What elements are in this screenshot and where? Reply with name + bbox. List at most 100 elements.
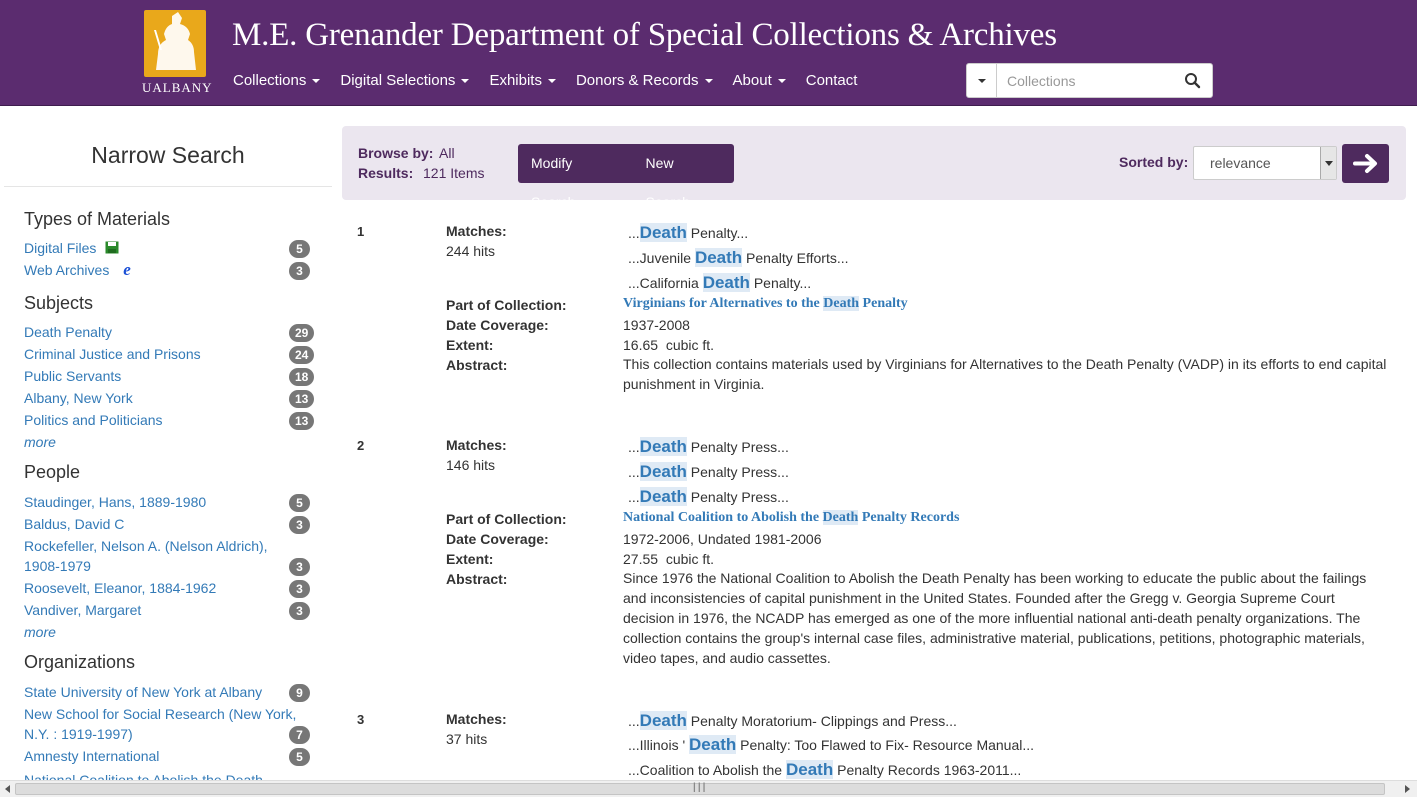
scroll-right-arrow-icon[interactable] (1405, 785, 1410, 793)
facet-count-badge: 7 (289, 726, 310, 744)
nav-collections[interactable]: Collections (233, 72, 321, 89)
hits-count: 37 hits (446, 731, 488, 747)
matches-label: Matches: (446, 437, 507, 453)
chevron-down-icon (312, 79, 321, 84)
part-of-collection-label: Part of Collection: (446, 297, 567, 313)
facet-person-item[interactable]: Roosevelt, Eleanor, 1884-1962 (24, 578, 216, 598)
grip-icon: ┃┃┃ (692, 783, 707, 792)
sort-select[interactable]: relevance (1193, 146, 1337, 180)
facet-heading-people: People (24, 462, 81, 482)
abstract-label: Abstract: (446, 357, 508, 373)
sort-value: relevance (1210, 155, 1271, 171)
chevron-down-icon (777, 79, 786, 84)
browse-label: Browse by: (358, 145, 434, 161)
chevron-down-icon (978, 79, 986, 83)
narrow-search-title: Narrow Search (91, 142, 245, 168)
search-input[interactable] (998, 64, 1178, 97)
facet-person-item[interactable]: Rockefeller, Nelson A. (Nelson Aldrich),… (24, 536, 268, 576)
people-more-link[interactable]: more (24, 622, 56, 642)
facet-digital-files[interactable]: Digital Files (24, 238, 119, 258)
sort-go-button[interactable] (1342, 144, 1389, 183)
subjects-more-link[interactable]: more (24, 432, 56, 452)
facet-count-badge: 24 (289, 346, 315, 364)
results-toolbar: Browse by: All Results: 121 Items Modify… (342, 126, 1406, 210)
extent-value: 16.65 cubic ft. (623, 337, 715, 353)
facet-subject-item[interactable]: Politics and Politicians (24, 410, 163, 430)
nav-contact[interactable]: Contact (806, 72, 858, 89)
facet-count-badge: 3 (289, 602, 310, 620)
date-coverage-value: 1972-2006, Undated 1981-2006 (623, 531, 822, 547)
facet-count-badge: 5 (289, 748, 310, 766)
collection-link[interactable]: National Coalition to Abolish the Death … (623, 510, 959, 526)
match-snippet[interactable]: ...Death Penalty Press... (628, 487, 789, 507)
facet-person-item[interactable]: Staudinger, Hans, 1889-1980 (24, 492, 206, 512)
match-snippet[interactable]: ...Illinois ' Death Penalty: Too Flawed … (628, 735, 1034, 755)
facet-person-item[interactable]: Baldus, David C (24, 514, 124, 534)
site-header: UALBANY M.E. Grenander Department of Spe… (0, 0, 1417, 106)
new-search-button[interactable]: New Search (633, 144, 734, 210)
facet-subject-item[interactable]: Albany, New York (24, 388, 133, 408)
extent-value: 27.55 cubic ft. (623, 551, 715, 567)
nav-donors-records[interactable]: Donors & Records (576, 72, 713, 89)
extent-label: Extent: (446, 551, 494, 567)
narrow-search-sidebar: Narrow Search Types of Materials Digital… (4, 106, 334, 797)
matches-label: Matches: (446, 711, 507, 727)
facet-count-badge: 3 (289, 516, 310, 534)
nav-exhibits[interactable]: Exhibits (489, 72, 556, 89)
abstract-text: Since 1976 the National Coalition to Abo… (623, 570, 1367, 666)
scroll-left-arrow-icon[interactable] (5, 785, 10, 793)
minerva-logo-icon (144, 10, 206, 77)
part-of-collection-label: Part of Collection: (446, 511, 567, 527)
match-snippet[interactable]: ...Death Penalty... (628, 223, 748, 243)
abstract-text: This collection contains materials used … (623, 356, 1387, 392)
facet-subject-item[interactable]: Public Servants (24, 366, 121, 386)
chevron-down-icon (547, 79, 556, 84)
select-arrow-icon (1320, 147, 1336, 179)
facet-subject-item[interactable]: Criminal Justice and Prisons (24, 344, 201, 364)
facet-count-badge: 18 (289, 368, 315, 386)
site-title[interactable]: M.E. Grenander Department of Special Col… (232, 17, 1057, 54)
internet-explorer-icon: e (123, 260, 131, 279)
facet-count-badge: 5 (289, 240, 310, 258)
date-coverage-label: Date Coverage: (446, 317, 549, 333)
match-snippet[interactable]: ...Coalition to Abolish the Death Penalt… (628, 760, 1021, 780)
match-snippet[interactable]: ...Death Penalty Moratorium- Clippings a… (628, 711, 957, 731)
floppy-disk-icon (105, 241, 119, 254)
ualbany-logo[interactable]: UALBANY (142, 10, 212, 98)
facet-count-badge: 29 (289, 324, 315, 342)
sorted-by-label: Sorted by: (1119, 154, 1189, 170)
match-snippet[interactable]: ...Juvenile Death Penalty Efforts... (628, 248, 849, 268)
hits-count: 146 hits (446, 457, 496, 473)
result-number: 3 (357, 712, 365, 727)
hits-count: 244 hits (446, 243, 496, 259)
facet-subject-item[interactable]: Death Penalty (24, 322, 112, 342)
chevron-down-icon (461, 79, 470, 84)
match-snippet[interactable]: ...Death Penalty Press... (628, 462, 789, 482)
nav-about[interactable]: About (733, 72, 786, 89)
facet-org-item[interactable]: Amnesty International (24, 746, 159, 766)
collection-link[interactable]: Virginians for Alternatives to the Death… (623, 296, 908, 312)
results-count: 121 Items (423, 165, 485, 181)
search-button-group: Modify Search New Search (518, 144, 734, 210)
matches-label: Matches: (446, 223, 507, 239)
arrow-right-icon (1353, 154, 1377, 173)
facet-org-item[interactable]: New School for Social Research (New York… (24, 704, 296, 744)
facet-org-item[interactable]: State University of New York at Albany (24, 682, 262, 702)
facet-count-badge: 13 (289, 390, 315, 408)
search-button[interactable] (1172, 64, 1212, 97)
horizontal-scrollbar[interactable]: ┃┃┃ (0, 780, 1417, 797)
modify-search-button[interactable]: Modify Search (518, 144, 633, 210)
match-snippet[interactable]: ...Death Penalty Press... (628, 437, 789, 457)
date-coverage-label: Date Coverage: (446, 531, 549, 547)
facet-heading-types: Types of Materials (24, 209, 171, 229)
nav-digital-selections[interactable]: Digital Selections (340, 72, 470, 89)
chevron-down-icon (704, 79, 713, 84)
browse-value: All (439, 145, 455, 161)
header-search (966, 63, 1213, 98)
abstract-label: Abstract: (446, 571, 508, 587)
search-scope-dropdown[interactable] (967, 64, 997, 97)
match-snippet[interactable]: ...California Death Penalty... (628, 273, 811, 293)
facet-web-archives[interactable]: Web Archives e (24, 260, 131, 280)
facet-person-item[interactable]: Vandiver, Margaret (24, 600, 141, 620)
facet-count-badge: 3 (289, 580, 310, 598)
